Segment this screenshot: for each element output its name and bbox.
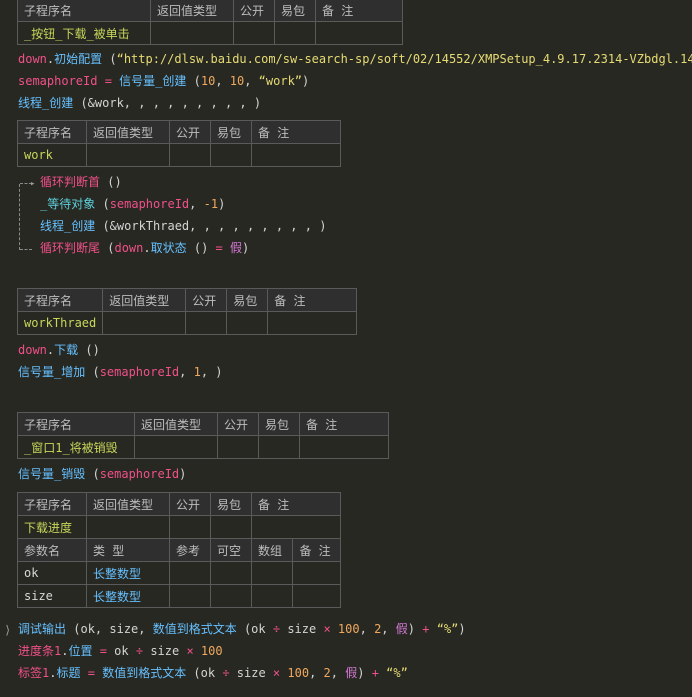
col-sub-name: 子程序名: [17, 492, 87, 516]
col-return-type: 返回值类型: [134, 412, 218, 436]
loop-guide-line: [19, 184, 21, 250]
col-note: 备 注: [315, 0, 403, 22]
public-value[interactable]: [233, 21, 275, 45]
package-value[interactable]: [274, 21, 316, 45]
return-type-value[interactable]: [102, 311, 187, 335]
public-value[interactable]: [185, 311, 228, 335]
col-public: 公开: [217, 412, 259, 436]
public-value[interactable]: [217, 435, 259, 459]
param-type-value[interactable]: 长整数型: [86, 584, 170, 608]
code-line-loop-head[interactable]: 循环判断首 (): [40, 172, 122, 192]
return-type-value[interactable]: [86, 143, 170, 167]
sub-table-window-destroy: 子程序名 返回值类型 公开 易包 备 注 _窗口1_将被销毁: [17, 412, 389, 459]
return-type-value[interactable]: [86, 515, 170, 539]
sub-name-value[interactable]: _按钮_下载_被单击: [17, 21, 151, 45]
col-return-type: 返回值类型: [86, 492, 170, 516]
col-note: 备 注: [267, 288, 358, 312]
param-note-value[interactable]: [292, 584, 341, 608]
col-param-note: 备 注: [292, 538, 341, 562]
col-sub-name: 子程序名: [17, 412, 135, 436]
package-value[interactable]: [258, 435, 300, 459]
public-value[interactable]: [169, 515, 211, 539]
code-line-loop-tail[interactable]: 循环判断尾 (down.取状态 () = 假): [40, 238, 249, 258]
package-value[interactable]: [226, 311, 269, 335]
loop-arrow-icon: ▸: [30, 179, 36, 189]
col-note: 备 注: [299, 412, 389, 436]
col-public: 公开: [169, 120, 211, 144]
col-sub-name: 子程序名: [16, 288, 104, 312]
param-array-value[interactable]: [250, 584, 294, 608]
code-line-thread-create[interactable]: 线程_创建 (&work, , , , , , , , , ): [18, 93, 261, 113]
param-nullable-value[interactable]: [210, 561, 252, 585]
param-nullable-value[interactable]: [210, 584, 252, 608]
col-note: 备 注: [251, 492, 341, 516]
param-name-value[interactable]: size: [17, 584, 87, 608]
param-array-value[interactable]: [250, 561, 294, 585]
param-note-value[interactable]: [292, 561, 341, 585]
col-note: 备 注: [251, 120, 341, 144]
sub-name-value[interactable]: 下载进度: [17, 515, 87, 539]
param-type-value[interactable]: 长整数型: [86, 561, 170, 585]
code-line-semaphore-create[interactable]: semaphoreId = 信号量_创建 (10, 10, “work”): [18, 71, 309, 91]
debug-marker-icon: ⟩: [4, 623, 12, 637]
col-package: 易包: [210, 492, 252, 516]
col-sub-name: 子程序名: [17, 120, 87, 144]
sub-table-work: 子程序名 返回值类型 公开 易包 备 注 work: [17, 120, 341, 167]
note-value[interactable]: [251, 515, 341, 539]
col-param-nullable: 可空: [210, 538, 252, 562]
param-ref-value[interactable]: [169, 561, 211, 585]
col-param-ref: 参考: [169, 538, 211, 562]
sub-name-value[interactable]: workThraed: [16, 311, 104, 335]
col-param-type: 类 型: [86, 538, 170, 562]
col-public: 公开: [233, 0, 275, 22]
code-line-debug-output[interactable]: 调试输出 (ok, size, 数值到格式文本 (ok ÷ size × 100…: [18, 619, 466, 639]
note-value[interactable]: [251, 143, 341, 167]
col-package: 易包: [258, 412, 300, 436]
sub-table-workthraed: 子程序名 返回值类型 公开 易包 备 注 workThraed: [16, 288, 358, 335]
sub-name-value[interactable]: _窗口1_将被销毁: [17, 435, 135, 459]
code-line-init-config[interactable]: down.初始配置 (“http://dlsw.baidu.com/sw-sea…: [18, 49, 692, 69]
package-value[interactable]: [210, 143, 252, 167]
loop-guide-bottom: [20, 249, 32, 250]
param-ref-value[interactable]: [169, 584, 211, 608]
param-row: ok 长整数型: [17, 561, 341, 585]
public-value[interactable]: [169, 143, 211, 167]
sub-table-button-click: 子程序名 返回值类型 公开 易包 备 注 _按钮_下载_被单击: [17, 0, 403, 45]
code-line-download[interactable]: down.下载 (): [18, 340, 100, 360]
col-param-array: 数组: [250, 538, 294, 562]
param-row: size 长整数型: [17, 584, 341, 608]
sub-name-value[interactable]: work: [17, 143, 87, 167]
col-public: 公开: [169, 492, 211, 516]
code-line-wait-object[interactable]: _等待对象 (semaphoreId, -1): [40, 194, 225, 214]
note-value[interactable]: [267, 311, 358, 335]
col-return-type: 返回值类型: [86, 120, 170, 144]
col-param-name: 参数名: [17, 538, 87, 562]
package-value[interactable]: [210, 515, 252, 539]
col-sub-name: 子程序名: [17, 0, 151, 22]
col-package: 易包: [274, 0, 316, 22]
col-public: 公开: [185, 288, 228, 312]
col-package: 易包: [210, 120, 252, 144]
note-value[interactable]: [299, 435, 389, 459]
code-line-label-title[interactable]: 标签1.标题 = 数值到格式文本 (ok ÷ size × 100, 2, 假)…: [18, 663, 408, 683]
code-line-progress-position[interactable]: 进度条1.位置 = ok ÷ size × 100: [18, 641, 223, 661]
code-line-thread-create-2[interactable]: 线程_创建 (&workThraed, , , , , , , , , ): [40, 216, 326, 236]
code-line-semaphore-destroy[interactable]: 信号量_销毁 (semaphoreId): [18, 464, 186, 484]
code-line-semaphore-add[interactable]: 信号量_增加 (semaphoreId, 1, ): [18, 362, 223, 382]
col-return-type: 返回值类型: [150, 0, 234, 22]
return-type-value[interactable]: [134, 435, 218, 459]
col-package: 易包: [226, 288, 269, 312]
note-value[interactable]: [315, 21, 403, 45]
col-return-type: 返回值类型: [102, 288, 187, 312]
return-type-value[interactable]: [150, 21, 234, 45]
sub-table-download-progress: 子程序名 返回值类型 公开 易包 备 注 下载进度 参数名 类 型 参考 可空 …: [17, 492, 341, 608]
param-name-value[interactable]: ok: [17, 561, 87, 585]
